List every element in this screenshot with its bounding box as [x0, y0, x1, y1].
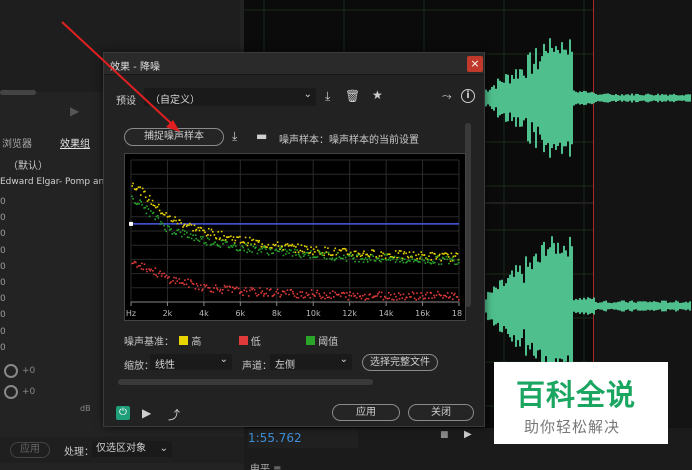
watermark-tagline: 助你轻松解决: [524, 418, 621, 436]
watermark-brand: 百科全说: [516, 378, 637, 412]
watermark: 百科全说 助你轻松解决: [494, 362, 668, 444]
